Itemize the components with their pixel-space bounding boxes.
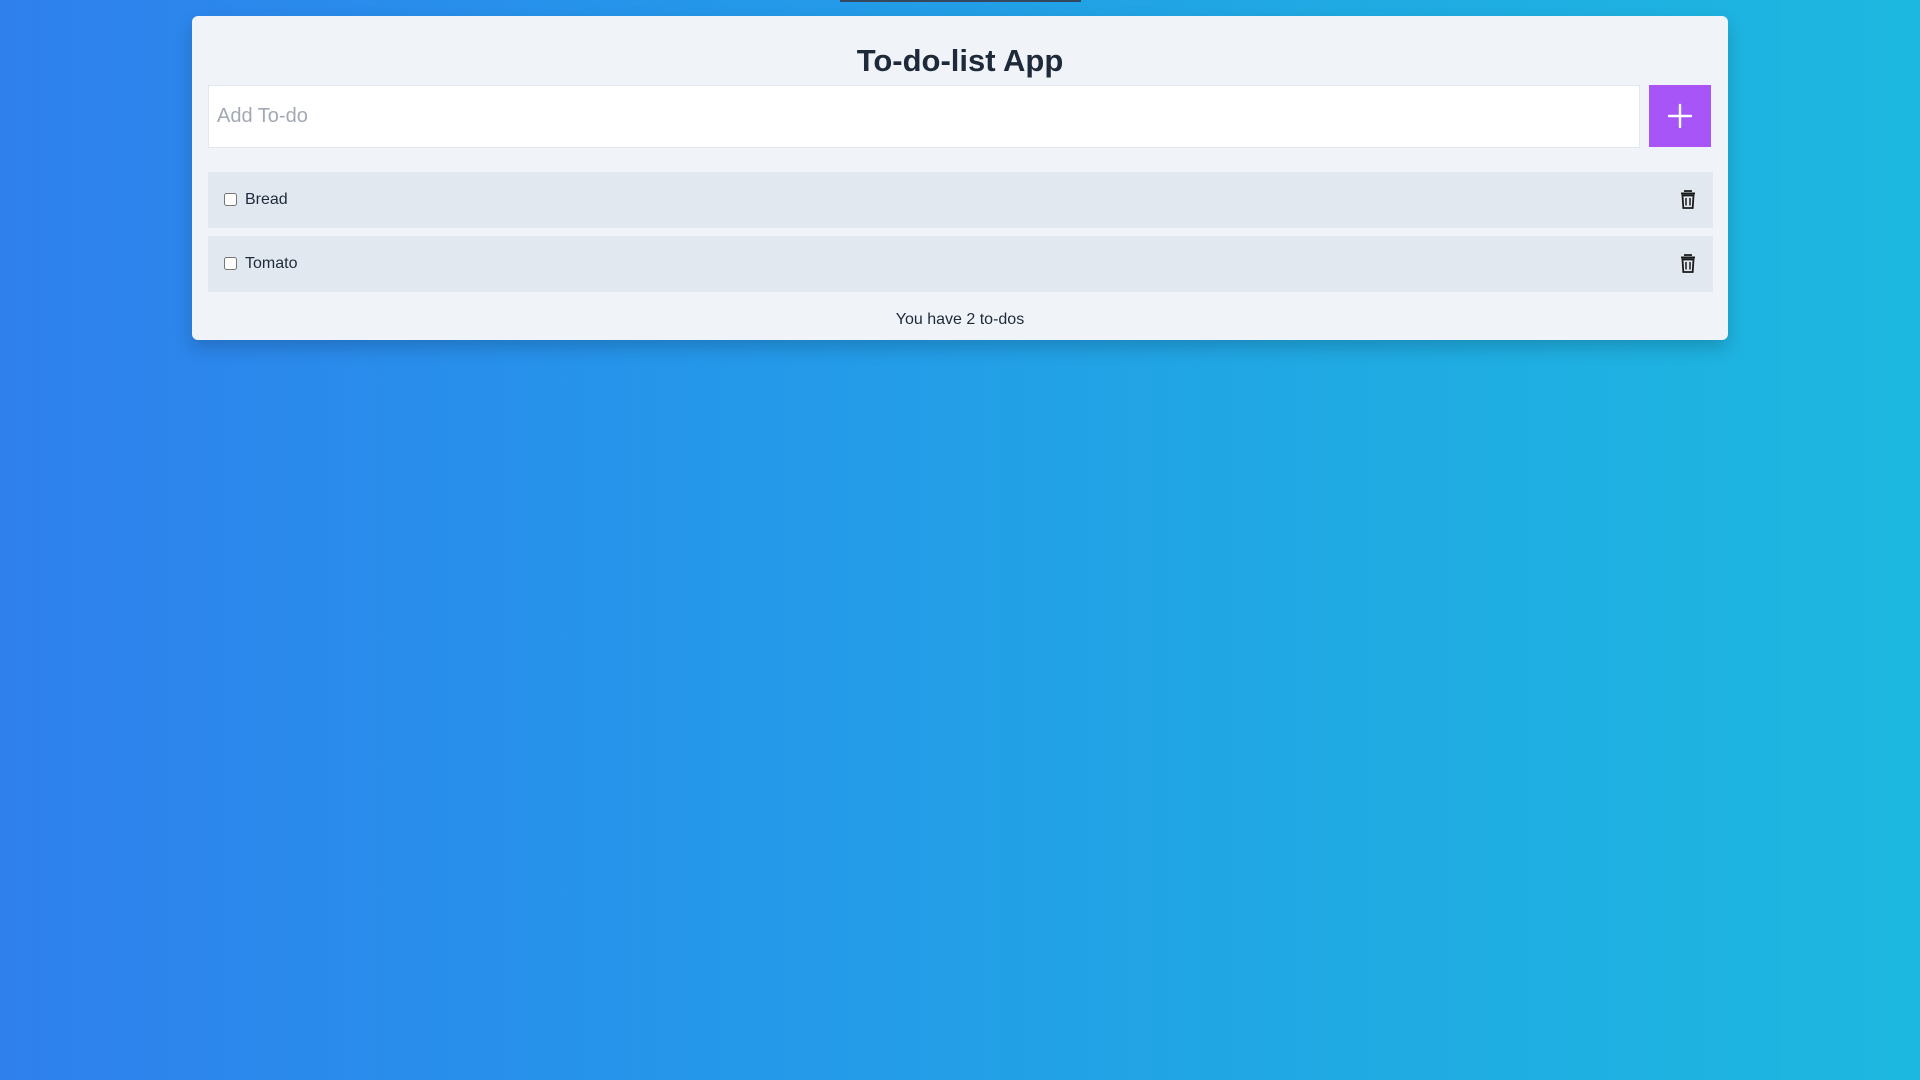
todo-checkbox[interactable] [224, 193, 237, 206]
todo-item: Tomato [208, 236, 1713, 292]
page-title: To-do-list App [856, 43, 1064, 78]
delete-todo-button[interactable] [1676, 188, 1700, 212]
todo-item: Bread [208, 172, 1713, 228]
trash-icon [1681, 190, 1695, 209]
top-strip [840, 0, 1081, 2]
todo-list: Bread Tomato [208, 172, 1713, 300]
add-todo-input[interactable] [208, 85, 1640, 148]
todo-count: You have 2 to-dos [895, 311, 1025, 328]
add-todo-form [208, 85, 1712, 148]
todo-label: Tomato [245, 255, 298, 272]
plus-icon [1667, 103, 1693, 129]
todo-checkbox[interactable] [224, 257, 237, 270]
delete-todo-button[interactable] [1676, 252, 1700, 276]
add-todo-button[interactable] [1649, 85, 1711, 147]
trash-icon [1681, 254, 1695, 273]
todo-card: To-do-list App Bread [192, 16, 1728, 340]
todo-label: Bread [245, 191, 288, 208]
